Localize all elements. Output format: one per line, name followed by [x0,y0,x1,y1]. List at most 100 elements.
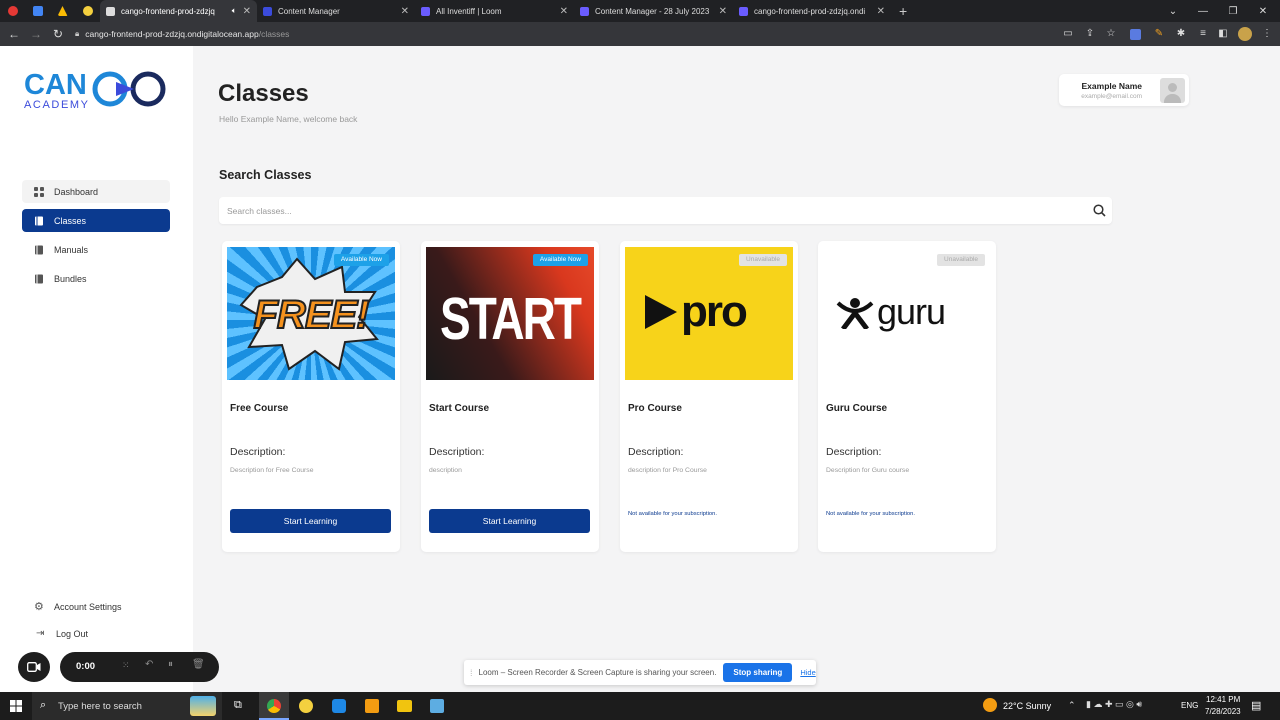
forward-icon[interactable]: → [25,27,47,41]
windows-taskbar: ⌕ Type here to search ⧉ 22°C Sunny ⌃ ▮ ☁… [0,692,1280,720]
drag-handle-icon[interactable]: ⁞ [470,668,473,678]
tab-favicon-icon [106,6,115,16]
url-field[interactable]: cango-frontend-prod-zdzjq.ondigitalocean… [85,29,289,39]
tab-close-icon[interactable]: ✕ [243,6,251,17]
sidebar-item-dashboard[interactable]: Dashboard [22,180,170,203]
task-view-icon[interactable]: ⧉ [234,699,242,712]
new-tab-button[interactable]: + [899,3,907,19]
tab-close-icon[interactable]: ✕ [560,6,568,17]
tab-close-icon[interactable]: ✕ [719,6,727,17]
weather-text[interactable]: 22°C Sunny [1003,701,1051,711]
availability-badge: Unavailable [937,254,985,266]
menu-kebab-icon[interactable]: ⋮ [1260,27,1274,41]
notifications-icon[interactable]: ▤ [1251,699,1261,712]
minimize-button[interactable]: — [1188,0,1218,22]
stop-sharing-button[interactable]: Stop sharing [723,663,793,682]
tab-close-icon[interactable]: ✕ [877,6,885,17]
search-input[interactable] [227,205,1077,216]
book-icon [35,245,43,254]
logout-link[interactable]: ⇥ Log Out [22,622,170,645]
browser-tab[interactable]: cango-frontend-prod-zdzjq 🔈︎ ✕ [100,0,257,22]
side-panel-icon[interactable]: ◧ [1216,27,1230,41]
profile-card[interactable]: Example Name example@email.com [1059,74,1189,106]
tab-close-icon[interactable]: ✕ [401,6,409,17]
tab-title: Content Manager [278,6,340,16]
grid-icon [34,186,44,197]
bookmark-star-icon[interactable]: ☆ [1104,27,1118,41]
tray-chevron-icon[interactable]: ⌃ [1068,700,1076,711]
search-icon[interactable] [1093,204,1106,217]
user-profile-icon[interactable] [1238,27,1252,41]
close-window-button[interactable]: ✕ [1248,0,1278,22]
loom-timer: 0:00 [76,661,96,672]
clock-time[interactable]: 12:41 PM [1206,695,1240,704]
language-indicator[interactable]: ENG [1181,701,1198,710]
pen-extension-icon[interactable]: ✎ [1152,27,1166,41]
tab-search-icon[interactable]: ⌄ [1158,0,1188,22]
share-icon[interactable]: ⇪ [1083,27,1097,41]
draw-grid-icon[interactable]: ⁙ [122,660,130,671]
file-explorer-icon[interactable] [397,700,412,712]
course-card: pro Unavailable Pro Course Description: desc… [620,241,798,552]
reload-icon[interactable]: ↻ [47,27,69,41]
cast-icon[interactable]: ▭ [1061,27,1075,41]
notepad-icon[interactable] [430,699,444,713]
puzzle-extensions-icon[interactable]: ✱ [1174,27,1188,41]
browser-tab[interactable]: All Inventiff | Loom ✕ [415,0,574,22]
url-host: cango-frontend-prod-zdzjq.ondigitalocean… [85,29,259,39]
loom-toolbar: 0:00 ⁙ ↶ ⏸︎ 🗑︎ [60,652,219,682]
guru-image-text: guru [877,291,946,332]
cango-academy-logo[interactable]: CAN ACADEMY [24,66,169,119]
account-settings-link[interactable]: ⚙ Account Settings [22,595,170,618]
description-label: Description: [230,446,286,458]
sidebar-item-label: Classes [54,215,87,226]
browser-tab[interactable]: cango-frontend-prod-zdzjq.ondi ✕ [733,0,891,22]
sidebar-item-classes[interactable]: Classes [22,209,170,232]
start-learning-button[interactable]: Start Learning [230,509,391,533]
availability-badge: Available Now [532,254,588,266]
description-label: Description: [826,446,882,458]
tab-favicon-icon [739,6,748,16]
windows-start-icon[interactable] [10,700,22,712]
taskbar-search[interactable]: ⌕ Type here to search [32,692,222,720]
browser-tab[interactable]: Content Manager ✕ [257,0,415,22]
chrome-taskbar-app[interactable] [259,692,289,720]
logout-label: Log Out [56,628,89,639]
course-title: Pro Course [628,403,682,414]
avatar [1160,78,1185,103]
pinned-tab[interactable] [50,0,75,22]
pinned-tab[interactable] [75,0,100,22]
tray-icons[interactable]: ▮ ☁ ✚ ▭ ◎ 🔊︎ [1086,699,1142,710]
pinned-tab[interactable] [0,0,25,22]
course-title: Free Course [230,403,289,414]
hide-link[interactable]: Hide [800,668,815,677]
tab-title: cango-frontend-prod-zdzjq.ondi [754,6,866,16]
trash-icon[interactable]: 🗑︎ [192,659,205,670]
reading-list-icon[interactable]: ≡ [1196,27,1210,41]
emoji-icon [82,6,93,16]
clock-date[interactable]: 7/28/2023 [1205,707,1241,716]
gear-icon: ⚙ [34,600,44,613]
search-bar [219,197,1112,224]
lock-icon: 🔒︎ [75,29,80,38]
sidebar-item-bundles[interactable]: Bundles [22,267,170,290]
speaker-icon[interactable]: 🔈︎ [232,6,237,16]
record-icon [7,6,18,16]
restore-button[interactable]: ❐ [1218,0,1248,22]
video-camera-icon [27,662,41,672]
pinned-tab[interactable] [25,0,50,22]
start-learning-button[interactable]: Start Learning [429,509,590,533]
emoji-app-icon[interactable] [299,699,313,713]
sidebar-item-manuals[interactable]: Manuals [22,238,170,261]
tab-favicon-icon [421,6,430,16]
back-icon[interactable]: ← [3,27,25,41]
loom-camera-button[interactable] [18,652,50,682]
extension-icon[interactable] [1130,29,1141,40]
undo-icon[interactable]: ↶ [145,659,153,670]
browser-tab[interactable]: Content Manager - 28 July 2023 ✕ [574,0,733,22]
sublime-icon[interactable] [365,699,379,713]
search-highlight-icon [190,696,216,716]
page-title: Classes [218,80,309,107]
pause-icon[interactable]: ⏸︎ [168,659,173,670]
app-icon[interactable] [332,699,346,713]
